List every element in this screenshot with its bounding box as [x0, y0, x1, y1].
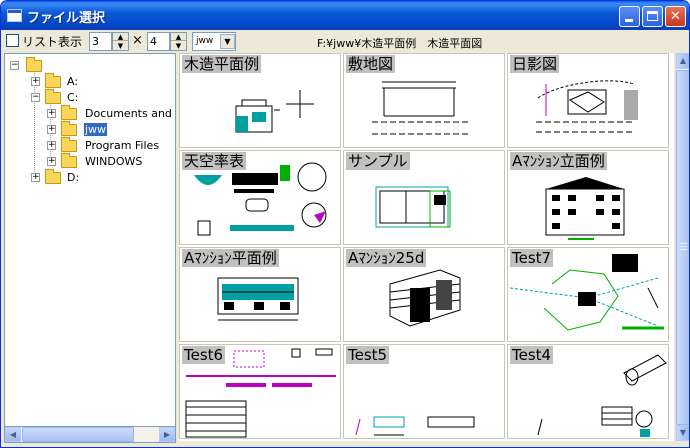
collapse-icon[interactable]: −: [31, 93, 40, 102]
scroll-thumb[interactable]: [22, 427, 134, 442]
file-thumbnail[interactable]: 木造平面例: [179, 53, 341, 148]
drive-select[interactable]: jww ▼: [192, 32, 236, 51]
tree-item-label: Program Files: [85, 139, 160, 152]
folder-icon: [61, 153, 77, 168]
expand-icon[interactable]: +: [47, 141, 56, 150]
minimize-button[interactable]: [619, 6, 640, 27]
scroll-up-icon[interactable]: ▲: [676, 53, 689, 69]
file-thumbnail[interactable]: Test6: [179, 344, 341, 439]
spin-up-icon[interactable]: ▲: [113, 33, 128, 41]
file-title: 日影図: [510, 55, 560, 73]
expand-icon[interactable]: +: [47, 109, 56, 118]
times-sign: ×: [132, 33, 143, 48]
folder-icon: [61, 105, 77, 120]
current-path: F:¥jww¥木造平面例 木造平面図: [317, 37, 483, 50]
file-thumbnail[interactable]: Aﾏﾝｼｮﾝ立面例: [507, 150, 669, 245]
expand-icon[interactable]: +: [31, 173, 40, 182]
file-title: 天空率表: [182, 152, 247, 170]
rows-input[interactable]: 4: [147, 32, 170, 51]
file-thumbnail[interactable]: 日影図: [507, 53, 669, 148]
scroll-left-icon[interactable]: ◀: [5, 427, 21, 442]
window-icon: [7, 9, 22, 22]
expand-icon[interactable]: +: [31, 77, 40, 86]
minimize-icon: [625, 19, 633, 22]
rows-spinner[interactable]: ▲ ▼: [170, 32, 187, 51]
spin-down-icon[interactable]: ▼: [171, 42, 186, 50]
close-button[interactable]: ✕: [665, 6, 686, 27]
tree-item-label: jww: [84, 123, 108, 136]
scroll-thumb[interactable]: [676, 70, 689, 425]
file-title: Aﾏﾝｼｮﾝ立面例: [510, 152, 607, 170]
scroll-right-icon[interactable]: ▶: [159, 427, 175, 442]
drive-select-value: jww: [196, 36, 214, 46]
tree-item-label: WINDOWS: [85, 155, 143, 168]
drive-icon: [45, 169, 61, 184]
thumbnail-vertical-scrollbar[interactable]: ▲ ▼: [675, 53, 689, 441]
tree-item-label: A:: [67, 75, 79, 88]
tree-horizontal-scrollbar[interactable]: ◀ ▶: [4, 426, 176, 443]
close-icon: ✕: [670, 9, 681, 24]
file-title: Test7: [510, 249, 554, 267]
file-thumbnail[interactable]: Test7: [507, 247, 669, 342]
file-thumbnail[interactable]: 天空率表: [179, 150, 341, 245]
file-title: Test5: [346, 346, 390, 364]
columns-input[interactable]: 3: [89, 32, 112, 51]
file-thumbnail-grid: 木造平面例 敷地図 日影図 天空率表 サンプル Aﾏﾝｼｮﾝ立面例 Aﾏﾝｼｮﾝ…: [179, 53, 674, 441]
file-thumbnail[interactable]: サンプル: [343, 150, 505, 245]
file-thumbnail[interactable]: Aﾏﾝｼｮﾝ平面例: [179, 247, 341, 342]
grip-line: [680, 249, 687, 250]
grip-line: [680, 243, 687, 244]
file-title: Aﾏﾝｼｮﾝ25d: [346, 249, 427, 267]
list-view-checkbox[interactable]: [6, 34, 19, 47]
tree-item-label: C:: [67, 91, 79, 104]
folder-icon: [61, 121, 77, 136]
tree-item-label: Documents and S: [85, 107, 176, 120]
folder-icon: [61, 137, 77, 152]
resize-grip[interactable]: [675, 433, 689, 447]
file-thumbnail[interactable]: Test4: [507, 344, 669, 439]
file-title: 敷地図: [346, 55, 396, 73]
expand-icon[interactable]: +: [47, 157, 56, 166]
maximize-button[interactable]: [642, 6, 663, 27]
file-thumbnail[interactable]: 敷地図: [343, 53, 505, 148]
file-thumbnail[interactable]: Test5: [343, 344, 505, 439]
spin-up-icon[interactable]: ▲: [171, 33, 186, 41]
maximize-icon: [647, 11, 658, 21]
grip-line: [680, 246, 687, 247]
drive-icon: [45, 73, 61, 88]
tree-item-label: D:: [67, 171, 80, 184]
folder-tree[interactable]: − + A: − C: + Documents and S + jww + Pr…: [4, 53, 176, 443]
file-title: サンプル: [346, 152, 410, 170]
list-view-label[interactable]: リスト表示: [22, 33, 82, 50]
file-title: Test4: [510, 346, 554, 364]
folder-icon: [26, 57, 42, 72]
file-title: Test6: [182, 346, 226, 364]
window-title: ファイル選択: [27, 11, 106, 26]
expand-icon[interactable]: +: [47, 125, 56, 134]
file-thumbnail[interactable]: Aﾏﾝｼｮﾝ25d: [343, 247, 505, 342]
collapse-icon[interactable]: −: [10, 61, 19, 70]
spin-down-icon[interactable]: ▼: [113, 42, 128, 50]
chevron-down-icon[interactable]: ▼: [220, 34, 235, 49]
title-bar[interactable]: ファイル選択 ✕: [1, 1, 689, 30]
columns-spinner[interactable]: ▲ ▼: [112, 32, 129, 51]
file-select-window: ファイル選択 ✕ リスト表示 3 ▲ ▼ × 4 ▲ ▼ jww ▼ F:¥jw…: [0, 0, 690, 448]
file-title: 木造平面例: [182, 55, 262, 73]
file-title: Aﾏﾝｼｮﾝ平面例: [182, 249, 279, 267]
drive-icon: [45, 89, 61, 104]
